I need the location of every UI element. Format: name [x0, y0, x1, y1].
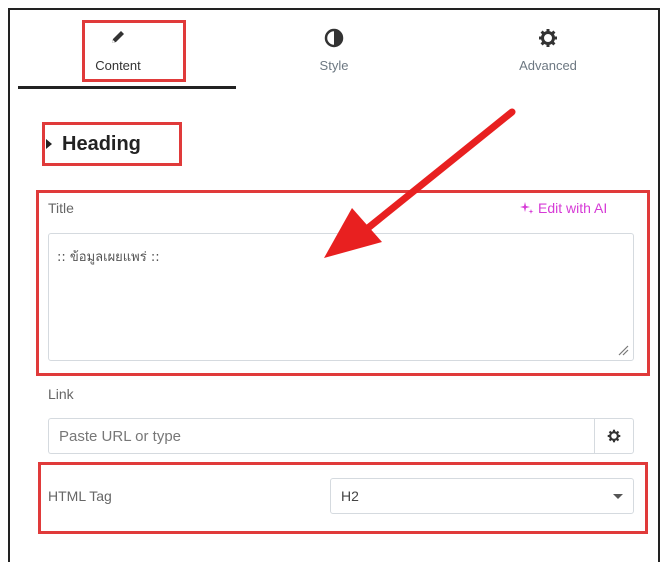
section-title: Heading	[62, 132, 141, 155]
resize-grip-icon[interactable]	[617, 344, 629, 356]
gear-icon	[448, 28, 648, 48]
tab-advanced-label: Advanced	[519, 58, 577, 73]
title-label: Title	[48, 200, 74, 216]
tab-content[interactable]: Content	[18, 18, 218, 84]
html-tag-label: HTML Tag	[48, 488, 112, 504]
title-value: :: ข้อมูลเผยแพร่ ::	[57, 250, 160, 265]
caret-right-icon	[46, 139, 52, 149]
chevron-down-icon	[613, 494, 623, 499]
tab-style[interactable]: Style	[234, 18, 434, 84]
edit-with-ai-button[interactable]: Edit with AI	[520, 200, 607, 216]
html-tag-value: H2	[341, 488, 359, 504]
sparkle-icon	[520, 202, 534, 214]
tab-advanced[interactable]: Advanced	[448, 18, 648, 84]
tab-content-label: Content	[95, 58, 141, 73]
contrast-icon	[234, 28, 434, 48]
panel-tabs: Content Style Advanced	[18, 18, 638, 88]
pencil-icon	[18, 28, 218, 48]
section-toggle-heading[interactable]: Heading	[46, 126, 141, 162]
tab-style-label: Style	[319, 58, 349, 73]
html-tag-select[interactable]: H2	[330, 478, 634, 514]
edit-with-ai-label: Edit with AI	[538, 200, 608, 216]
active-tab-indicator	[18, 86, 236, 89]
title-textarea[interactable]: :: ข้อมูลเผยแพร่ ::	[48, 233, 634, 361]
link-url-input[interactable]: Paste URL or type	[48, 418, 594, 454]
link-label: Link	[48, 386, 74, 402]
link-options-button[interactable]	[594, 418, 634, 454]
gear-icon	[607, 429, 621, 443]
